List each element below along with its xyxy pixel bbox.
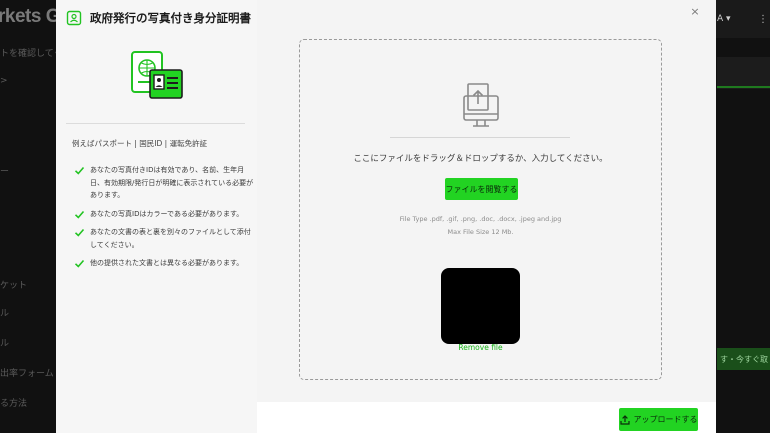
- background-user-menu: A ▾: [717, 14, 731, 24]
- dropzone-divider: [390, 137, 570, 138]
- modal-title: 政府発行の写真付き身分証明書: [90, 11, 251, 25]
- document-info-panel: 政府発行の写真付き身分証明書 例えばパスポート | 国民ID | 運転免許証 あ…: [56, 0, 257, 433]
- app-grid-icon: ⋮⋮: [758, 14, 770, 25]
- background-band: [717, 57, 770, 89]
- background-accent-line: [717, 86, 770, 88]
- list-item: あなたの文書の表と裏を別々のファイルとして添付してください。: [74, 226, 254, 251]
- modal-header: 政府発行の写真付き身分証明書: [66, 10, 251, 26]
- remove-file-link[interactable]: Remove file: [300, 343, 661, 352]
- requirement-text: 他の提供された文書とは異なる必要があります。: [90, 259, 244, 267]
- id-card-icon: [66, 10, 82, 26]
- background-side-item: ー: [0, 167, 10, 177]
- background-side-item: ル: [0, 309, 10, 319]
- list-item: 他の提供された文書とは異なる必要があります。: [74, 257, 254, 270]
- requirements-list: あなたの写真付きIDは有効であり、名前、生年月日、有効期限/発行日が明確に表示さ…: [74, 164, 254, 276]
- upload-button-label: アップロードする: [633, 415, 698, 424]
- list-item: あなたの写真付きIDは有効であり、名前、生年月日、有効期限/発行日が明確に表示さ…: [74, 164, 254, 202]
- panel-divider: [66, 123, 245, 124]
- background-side-item: 出率フォーム: [0, 369, 54, 379]
- close-icon[interactable]: ×: [688, 5, 702, 19]
- check-icon: [74, 210, 85, 219]
- upload-modal: 政府発行の写真付き身分証明書 例えばパスポート | 国民ID | 運転免許証 あ…: [56, 0, 716, 433]
- list-item: あなたの写真IDはカラーである必要があります。: [74, 208, 254, 221]
- background-side-item: >: [0, 76, 8, 86]
- upload-button[interactable]: アップロードする: [619, 408, 698, 431]
- background-side-item: ル: [0, 339, 10, 349]
- requirement-text: あなたの文書の表と裏を別々のファイルとして添付してください。: [90, 228, 251, 249]
- requirement-text: あなたの写真付きIDは有効であり、名前、生年月日、有効期限/発行日が明確に表示さ…: [90, 166, 254, 199]
- background-side-item: る方法: [0, 399, 28, 409]
- check-icon: [74, 228, 85, 237]
- chevron-down-icon: ▾: [726, 14, 731, 24]
- passport-icon: [131, 51, 183, 99]
- background-cta-strip: す・今すぐ取: [717, 348, 770, 370]
- max-file-size: Max File Size 12 Mb.: [447, 228, 514, 236]
- dropzone-instruction: ここにファイルをドラッグ＆ドロップするか、入力してください。: [353, 154, 608, 164]
- background-side-item: ケット: [0, 281, 28, 291]
- browse-files-button[interactable]: ファイルを閲覧する: [445, 178, 518, 200]
- document-examples: 例えばパスポート | 国民ID | 運転免許証: [72, 139, 208, 148]
- file-preview-thumbnail: [441, 268, 520, 344]
- file-dropzone[interactable]: ここにファイルをドラッグ＆ドロップするか、入力してください。 ファイルを閲覧する…: [299, 39, 662, 380]
- requirement-text: あなたの写真IDはカラーである必要があります。: [90, 209, 244, 218]
- check-icon: [74, 166, 85, 175]
- upload-file-icon: [463, 83, 499, 127]
- upload-icon: [619, 414, 630, 425]
- check-icon: [74, 259, 85, 268]
- allowed-file-types: File Type .pdf, .gif, .png, .doc, .docx,…: [399, 215, 562, 223]
